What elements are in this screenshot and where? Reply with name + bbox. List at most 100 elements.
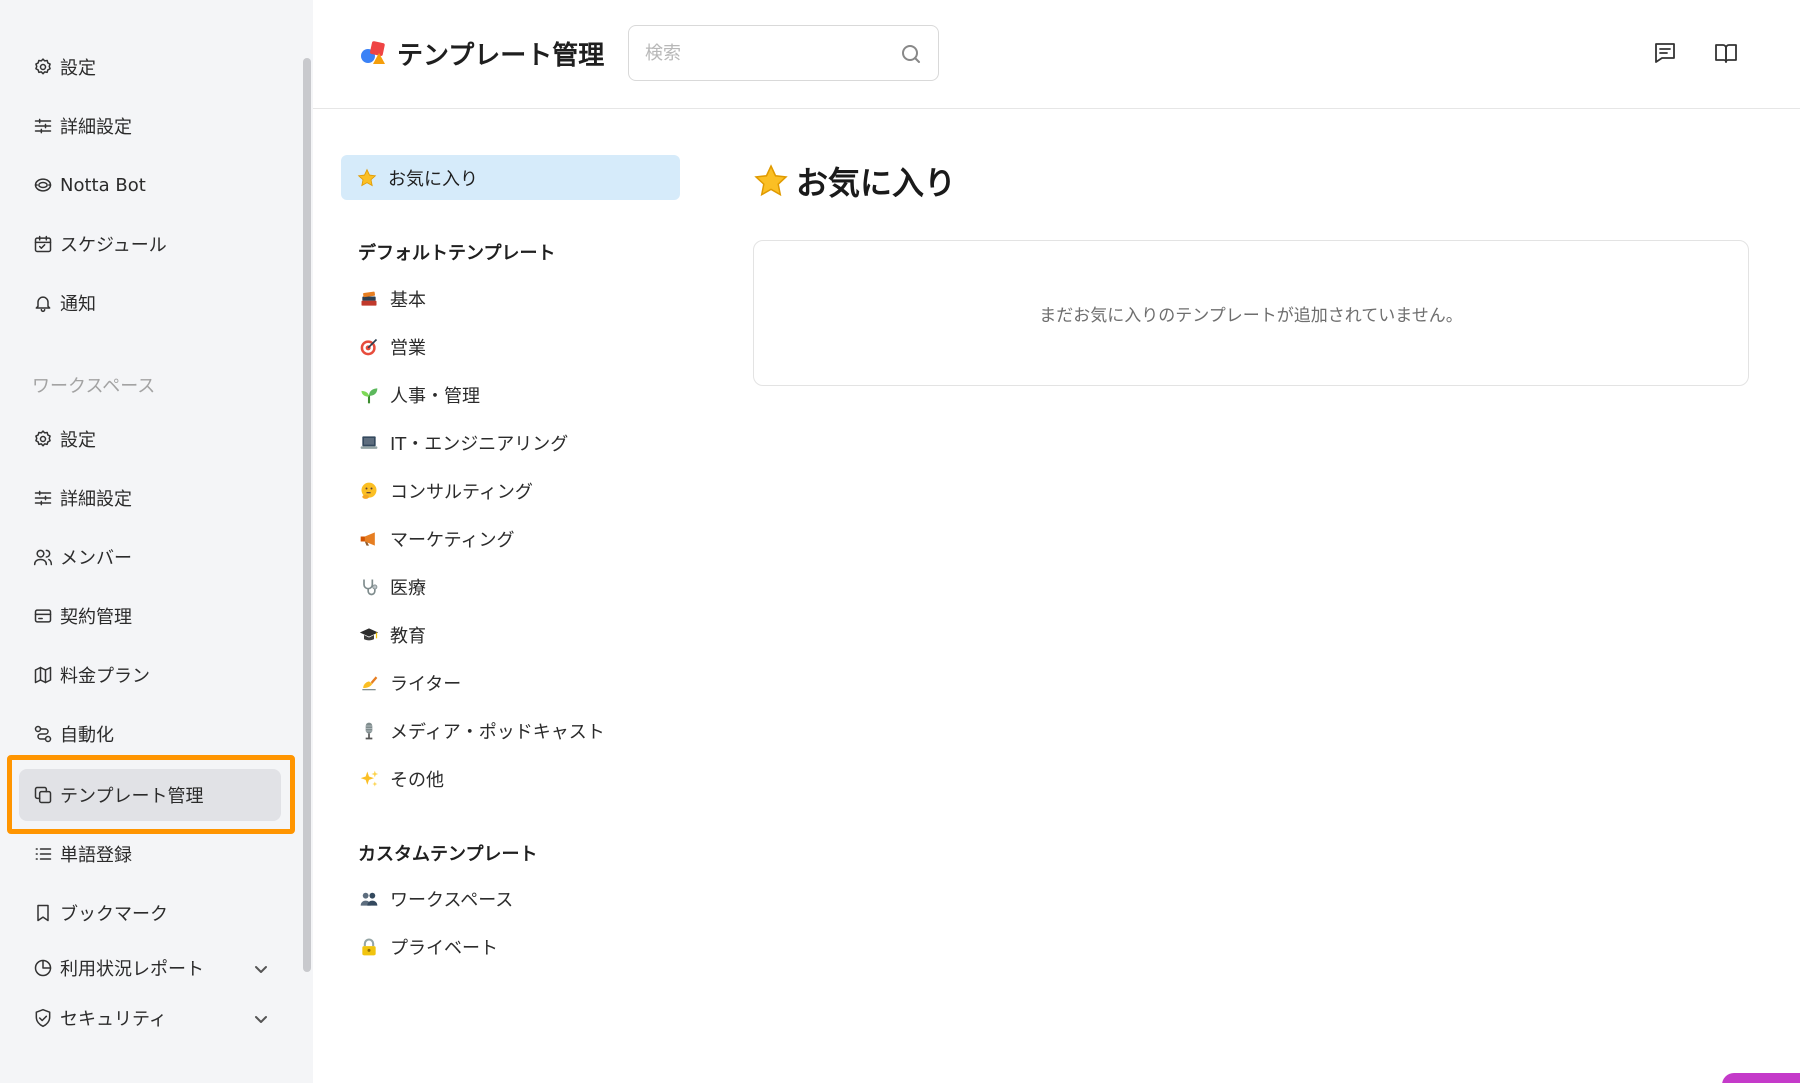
sidebar-item-label: ブックマーク: [60, 904, 168, 925]
bell-icon: [32, 292, 54, 314]
sidebar-item-label: 料金プラン: [60, 666, 150, 687]
sidebar-item-label: 利用状況レポート: [60, 959, 204, 980]
category-education[interactable]: 教育: [358, 620, 426, 650]
sparkles-emoji-icon: [358, 768, 380, 790]
search-icon[interactable]: [900, 43, 922, 65]
empty-state-message: まだお気に入りのテンプレートが追加されていません。: [1039, 305, 1463, 326]
stethoscope-emoji-icon: [358, 576, 380, 598]
page-header: テンプレート管理: [313, 0, 1800, 109]
map-icon: [32, 664, 54, 686]
sidebar-item-security[interactable]: セキュリティ: [32, 1003, 167, 1033]
people-emoji-icon: [358, 888, 380, 910]
sidebar-scrollbar[interactable]: [303, 58, 311, 972]
category-label: その他: [390, 770, 444, 791]
category-it-engineering[interactable]: IT・エンジニアリング: [358, 428, 568, 458]
sidebar-item-label: 設定: [60, 58, 96, 79]
bookmark-icon: [32, 902, 54, 924]
list-icon: [32, 843, 54, 865]
sidebar-item-label: 自動化: [60, 725, 114, 746]
bot-icon: [32, 174, 54, 196]
sidebar-item-bookmarks[interactable]: ブックマーク: [32, 898, 168, 928]
thinking-emoji-icon: [358, 480, 380, 502]
template-icon: [32, 784, 54, 806]
seedling-emoji-icon: [358, 384, 380, 406]
category-private[interactable]: プライベート: [358, 932, 498, 962]
category-favorites[interactable]: お気に入り: [341, 155, 680, 200]
search-input[interactable]: [645, 38, 885, 68]
sidebar-item-label: スケジュール: [60, 235, 167, 256]
sidebar-item-label: 契約管理: [60, 607, 132, 628]
sidebar-item-contracts[interactable]: 契約管理: [32, 601, 132, 631]
feedback-icon[interactable]: [1652, 40, 1678, 66]
sidebar-item-workspace-settings[interactable]: 設定: [32, 424, 96, 454]
category-writer[interactable]: ライター: [358, 668, 461, 698]
sidebar-item-advanced-settings[interactable]: 詳細設定: [32, 111, 132, 141]
category-label: メディア・ポッドキャスト: [390, 722, 605, 743]
sidebar-item-label: テンプレート管理: [60, 786, 204, 807]
sidebar-item-label: 設定: [60, 430, 96, 451]
category-label: プライベート: [390, 938, 498, 959]
sidebar-item-vocabulary[interactable]: 単語登録: [32, 839, 132, 869]
section-title: お気に入り: [752, 158, 956, 204]
category-workspace[interactable]: ワークスペース: [358, 884, 513, 914]
sidebar-item-automation[interactable]: 自動化: [32, 719, 114, 749]
books-emoji-icon: [358, 288, 380, 310]
sidebar-item-members[interactable]: メンバー: [32, 542, 132, 572]
sidebar-item-label: セキュリティ: [60, 1009, 167, 1030]
empty-state-card: まだお気に入りのテンプレートが追加されていません。: [753, 240, 1749, 386]
category-basic[interactable]: 基本: [358, 284, 426, 314]
section-title-text: お気に入り: [796, 164, 957, 202]
target-emoji-icon: [358, 336, 380, 358]
category-label: 医療: [390, 578, 426, 599]
category-label: コンサルティング: [390, 482, 533, 503]
calendar-icon: [32, 233, 54, 255]
category-other[interactable]: その他: [358, 764, 444, 794]
workspace-section-label: ワークスペース: [32, 376, 156, 397]
sidebar-item-notta-bot[interactable]: Notta Bot: [32, 170, 146, 200]
sidebar-item-settings[interactable]: 設定: [32, 52, 96, 82]
category-label: 基本: [390, 290, 426, 311]
sidebar-item-notifications[interactable]: 通知: [32, 288, 96, 318]
sidebar-item-label: 詳細設定: [60, 117, 132, 138]
settings-sidebar: 設定 詳細設定 Notta Bot スケジュール 通知 ワークスペース 設定 詳…: [0, 0, 313, 1083]
book-icon[interactable]: [1713, 40, 1739, 66]
sliders-icon: [32, 487, 54, 509]
default-templates-heading: デフォルトテンプレート: [358, 243, 556, 264]
category-label: ワークスペース: [390, 890, 514, 911]
category-label: マーケティング: [390, 530, 515, 551]
category-marketing[interactable]: マーケティング: [358, 524, 515, 554]
category-label: お気に入り: [388, 168, 478, 190]
lock-emoji-icon: [358, 936, 380, 958]
category-label: 営業: [390, 338, 426, 359]
sidebar-item-usage-report[interactable]: 利用状況レポート: [32, 953, 204, 983]
microphone-emoji-icon: [358, 720, 380, 742]
sidebar-item-workspace-advanced[interactable]: 詳細設定: [32, 483, 132, 513]
contract-icon: [32, 605, 54, 627]
graduation-cap-emoji-icon: [358, 624, 380, 646]
chat-widget-button[interactable]: [1722, 1073, 1800, 1083]
category-label: IT・エンジニアリング: [390, 434, 569, 455]
members-icon: [32, 546, 54, 568]
sidebar-item-label: 単語登録: [60, 845, 132, 866]
category-label: 人事・管理: [390, 386, 480, 407]
category-label: 教育: [390, 626, 426, 647]
star-emoji-icon: [356, 167, 378, 189]
category-sales[interactable]: 営業: [358, 332, 426, 362]
category-hr-management[interactable]: 人事・管理: [358, 380, 480, 410]
chevron-down-icon[interactable]: [254, 1011, 268, 1025]
sidebar-item-schedule[interactable]: スケジュール: [32, 229, 167, 259]
sidebar-item-template-management[interactable]: テンプレート管理: [19, 769, 281, 821]
gear-icon: [32, 56, 54, 78]
category-media-podcast[interactable]: メディア・ポッドキャスト: [358, 716, 605, 746]
star-emoji-icon: [752, 162, 790, 200]
chevron-down-icon[interactable]: [254, 961, 268, 975]
custom-templates-heading: カスタムテンプレート: [358, 844, 538, 865]
shield-icon: [32, 1007, 54, 1029]
megaphone-emoji-icon: [358, 528, 380, 550]
gear-icon: [32, 428, 54, 450]
sidebar-item-label: Notta Bot: [60, 174, 146, 196]
category-medical[interactable]: 医療: [358, 572, 426, 602]
sidebar-item-pricing-plan[interactable]: 料金プラン: [32, 660, 150, 690]
category-consulting[interactable]: コンサルティング: [358, 476, 533, 506]
search-box[interactable]: [628, 25, 939, 81]
